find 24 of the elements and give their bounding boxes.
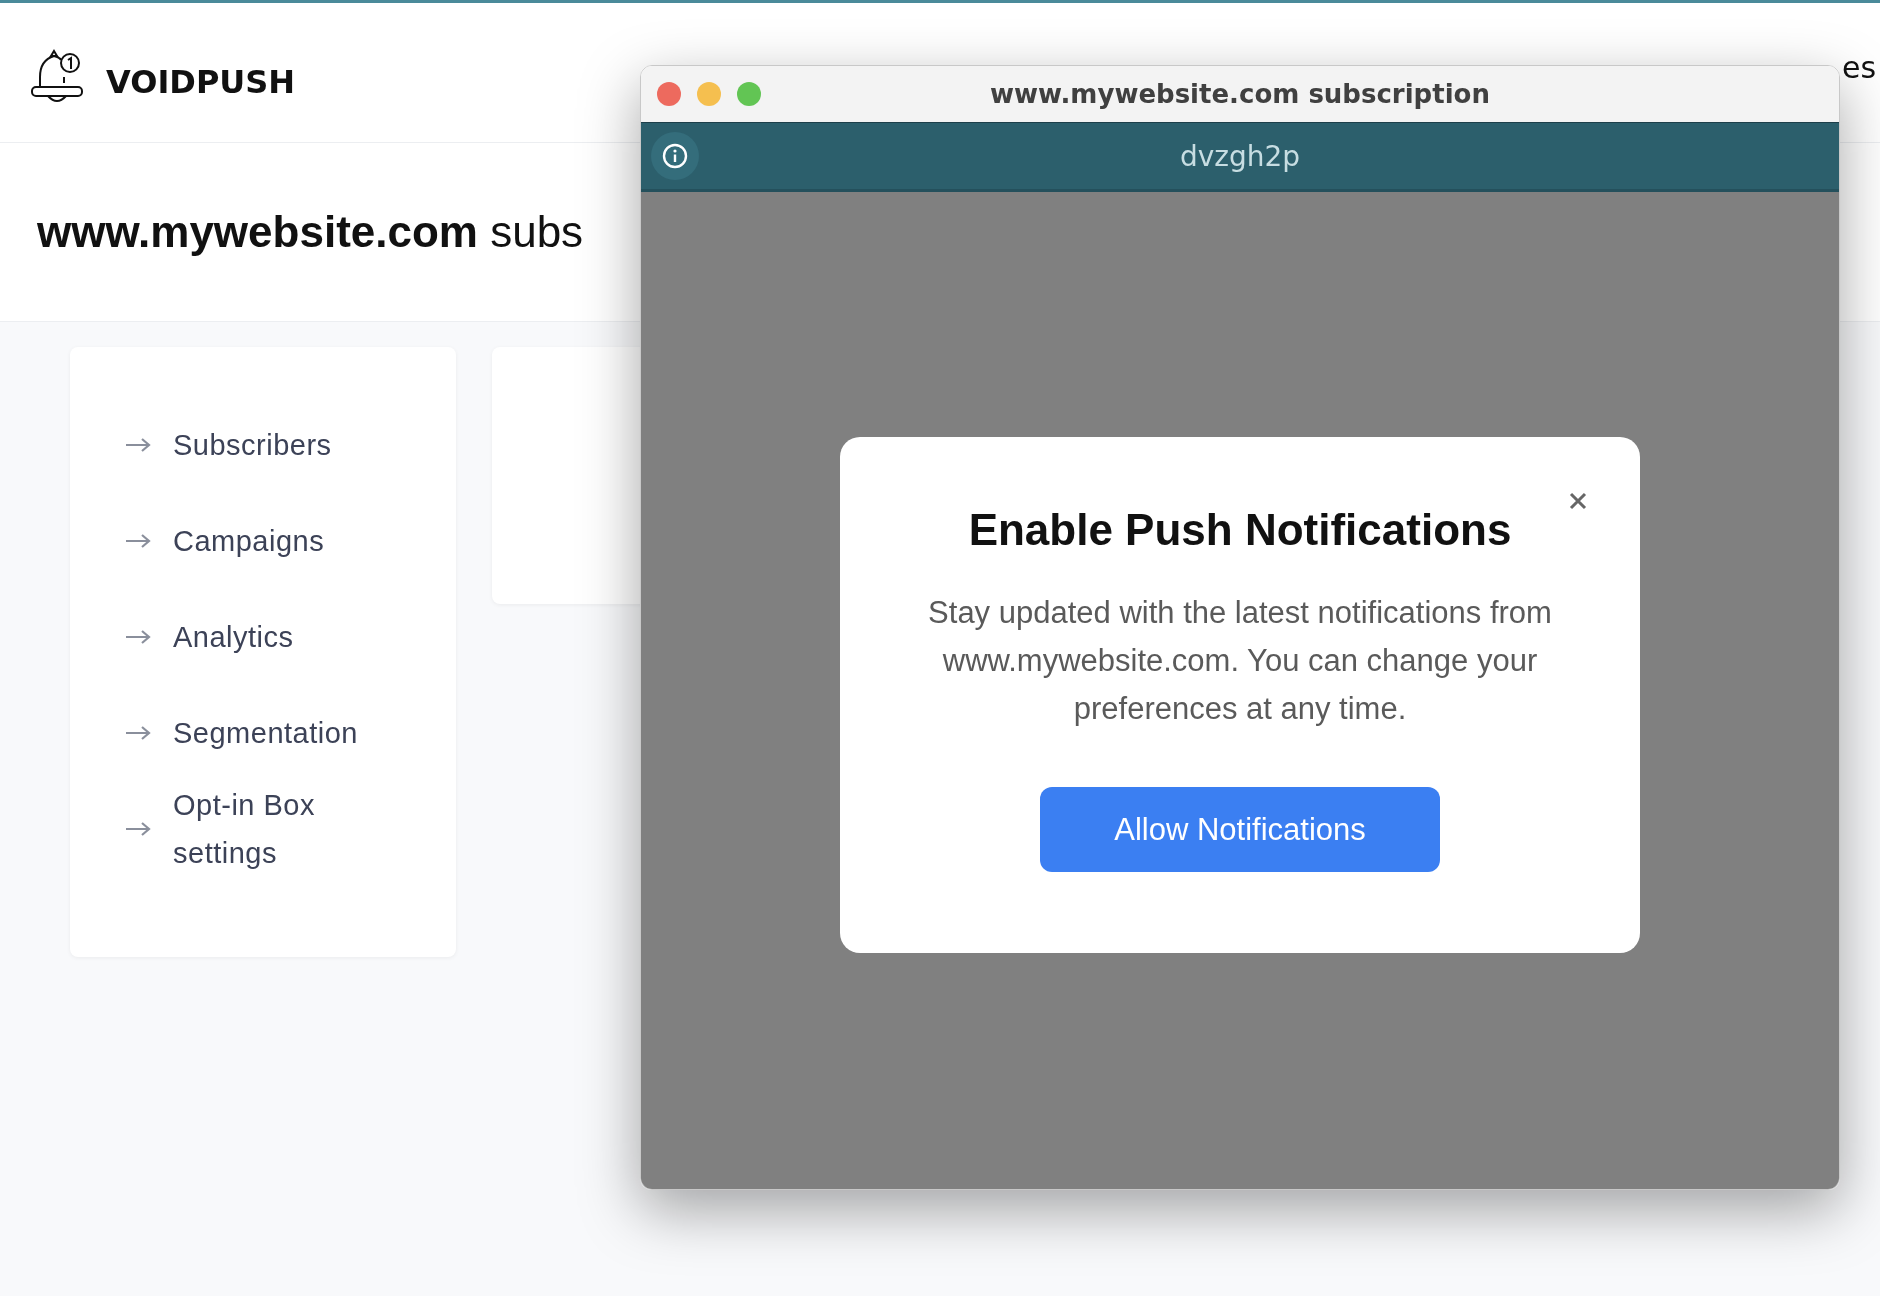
- sidebar-item[interactable]: Campaigns: [173, 517, 325, 565]
- sidebar-item[interactable]: Subscribers: [173, 421, 332, 469]
- window-title: www.mywebsite.com subscription: [990, 79, 1490, 109]
- close-window-button[interactable]: [657, 82, 681, 106]
- nav-link[interactable]: es: [1842, 50, 1877, 85]
- sidebar-item[interactable]: Analytics: [173, 613, 294, 661]
- dialog-message: Stay updated with the latest notifications from www.mywebsite.com. You can change your preferences at any time.: [927, 594, 1553, 728]
- brand-name: VOIDPUSH: [106, 62, 296, 101]
- arrow-icon: [125, 438, 151, 452]
- arrow-icon: [125, 630, 151, 644]
- maximize-window-button[interactable]: [737, 82, 761, 106]
- arrow-icon: [125, 534, 151, 548]
- toolbar-text: dvzgh2p: [1179, 139, 1301, 173]
- arrow-icon: [125, 822, 151, 836]
- sidebar-item[interactable]: Opt-in Box settings: [173, 781, 383, 877]
- info-icon: [662, 143, 688, 169]
- page-title: www.mywebsite.com subs: [37, 207, 584, 257]
- minimize-window-button[interactable]: [697, 82, 721, 106]
- close-icon: [1568, 491, 1588, 511]
- arrow-icon: [125, 726, 151, 740]
- dialog-title: Enable Push Notifications: [968, 505, 1512, 555]
- sidebar-item[interactable]: Segmentation: [173, 709, 358, 757]
- info-button[interactable]: [651, 132, 699, 180]
- allow-notifications-button[interactable]: Allow Notifications: [1040, 787, 1440, 872]
